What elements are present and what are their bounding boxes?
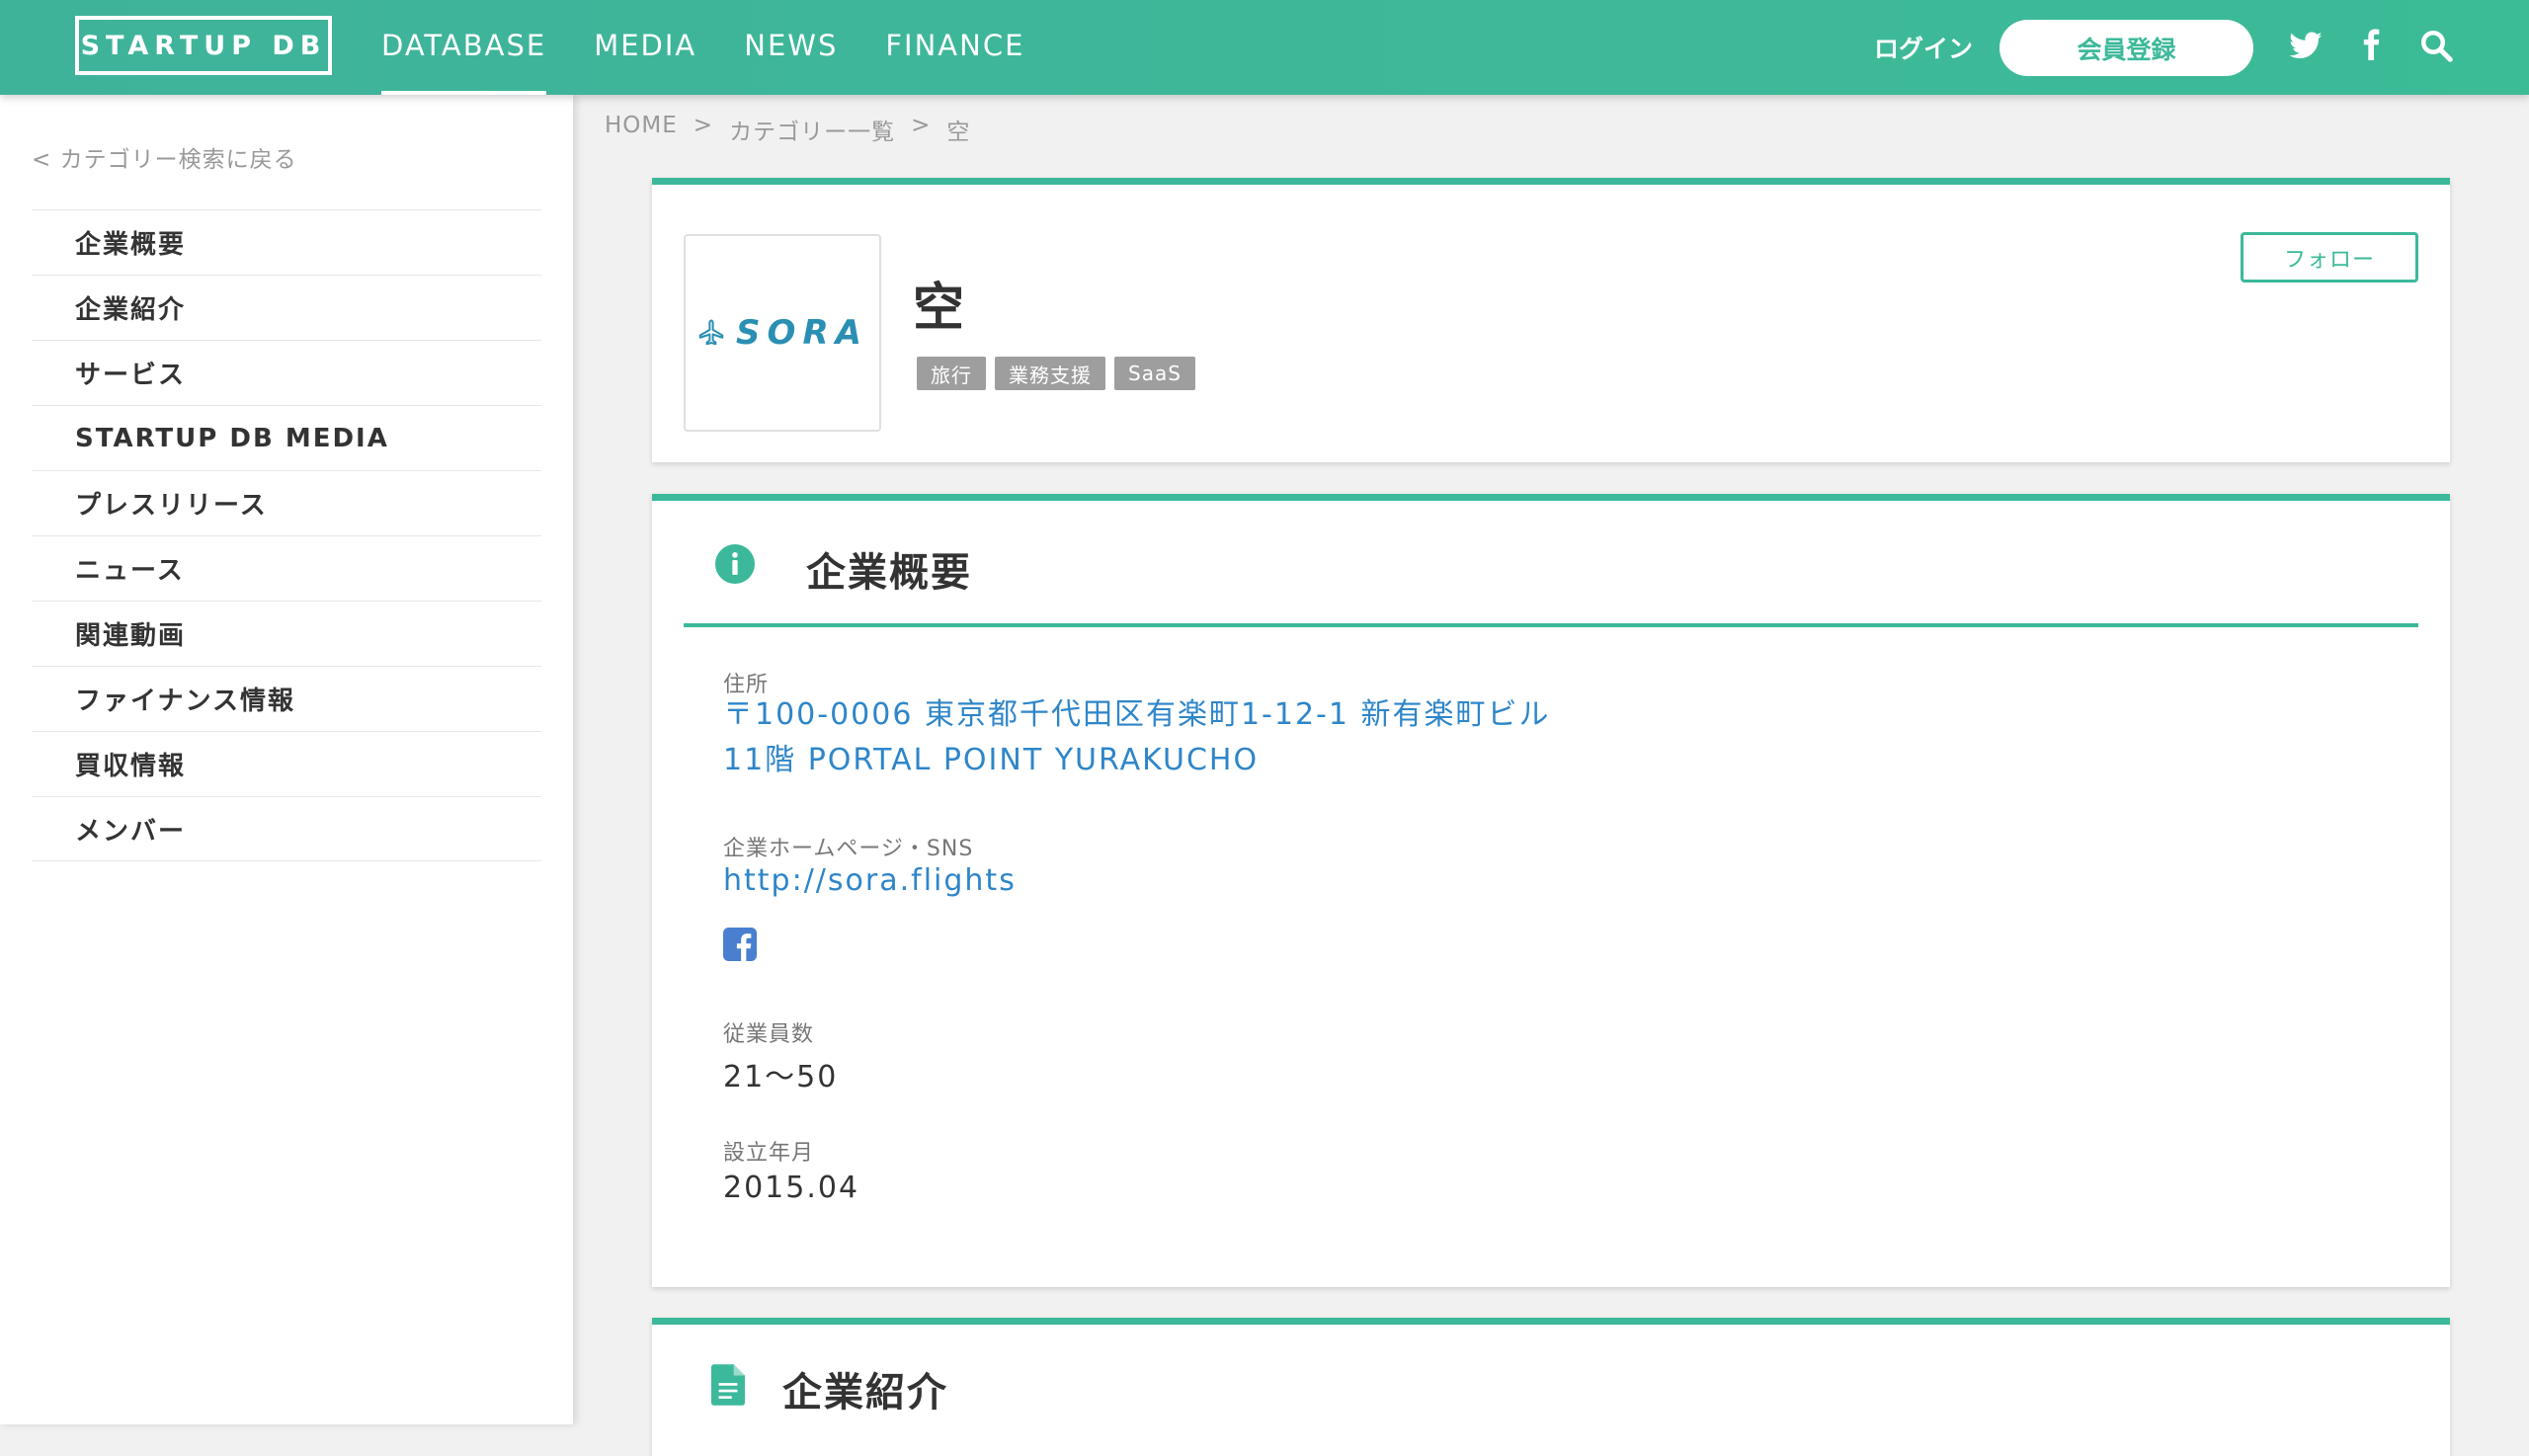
company-header-card: SORA 空 旅行 業務支援 SaaS フォロー: [652, 178, 2450, 462]
overview-title: 企業概要: [806, 550, 972, 596]
sidebar-item-members[interactable]: メンバー: [32, 796, 541, 861]
founded-value: 2015.04: [723, 1171, 860, 1205]
sidebar-item-introduction[interactable]: 企業紹介: [32, 275, 541, 340]
sidebar: < カテゴリー検索に戻る 企業概要 企業紹介 サービス STARTUP DB M…: [0, 95, 573, 1424]
homepage-link[interactable]: http://sora.flights: [723, 858, 1017, 904]
breadcrumb-separator: >: [911, 113, 932, 138]
company-logo: SORA: [684, 234, 881, 432]
login-link[interactable]: ログイン: [1874, 30, 1973, 65]
facebook-icon[interactable]: [723, 928, 757, 961]
breadcrumb-category-list[interactable]: カテゴリー一覧: [729, 113, 895, 146]
tag-business-support[interactable]: 業務支援: [995, 357, 1105, 390]
facebook-icon[interactable]: [2353, 28, 2389, 63]
company-introduction-card: 企業紹介: [652, 1318, 2450, 1456]
search-icon[interactable]: [2418, 28, 2454, 63]
company-name: 空: [913, 279, 965, 338]
tag-saas[interactable]: SaaS: [1114, 357, 1195, 390]
airplane-icon: [698, 319, 724, 346]
top-header: STARTUP DB DATABASE MEDIA NEWS FINANCE ロ…: [0, 0, 2529, 95]
main-nav: DATABASE MEDIA NEWS FINANCE: [381, 0, 1072, 95]
sidebar-item-acquisition-info[interactable]: 買収情報: [32, 731, 541, 796]
introduction-title: 企業紹介: [782, 1370, 948, 1416]
company-logo-text: SORA: [736, 313, 868, 353]
site-logo[interactable]: STARTUP DB: [75, 16, 332, 75]
nav-finance[interactable]: FINANCE: [885, 0, 1024, 95]
sidebar-item-press-releases[interactable]: プレスリリース: [32, 470, 541, 535]
follow-button[interactable]: フォロー: [2241, 232, 2418, 283]
nav-media[interactable]: MEDIA: [594, 0, 696, 95]
employees-label: 従業員数: [723, 1022, 815, 1047]
sidebar-item-overview[interactable]: 企業概要: [32, 209, 541, 275]
sidebar-item-related-videos[interactable]: 関連動画: [32, 601, 541, 666]
breadcrumb: HOME > カテゴリー一覧 > 空: [605, 113, 970, 146]
twitter-icon[interactable]: [2288, 28, 2324, 63]
address-line-2[interactable]: 11階 PORTAL POINT YURAKUCHO: [723, 738, 1259, 783]
breadcrumb-current: 空: [946, 120, 971, 145]
sidebar-menu: 企業概要 企業紹介 サービス STARTUP DB MEDIA プレスリリース …: [32, 209, 541, 861]
sidebar-item-finance-info[interactable]: ファイナンス情報: [32, 666, 541, 731]
sidebar-item-services[interactable]: サービス: [32, 340, 541, 405]
founded-label: 設立年月: [723, 1141, 815, 1166]
nav-database[interactable]: DATABASE: [381, 0, 547, 95]
info-icon: [715, 544, 755, 584]
breadcrumb-separator: >: [693, 113, 714, 138]
register-button[interactable]: 会員登録: [1999, 20, 2253, 76]
back-to-category-link[interactable]: < カテゴリー検索に戻る: [32, 140, 297, 174]
address-line-1[interactable]: 〒100-0006 東京都千代田区有楽町1-12-1 新有楽町ビル: [723, 692, 1551, 738]
breadcrumb-home[interactable]: HOME: [605, 113, 678, 146]
overview-section-header: 企業概要: [684, 501, 2418, 627]
nav-news[interactable]: NEWS: [744, 0, 838, 95]
document-icon: [711, 1364, 745, 1406]
employees-value: 21〜50: [723, 1060, 839, 1094]
company-overview-card: 企業概要 住所 〒100-0006 東京都千代田区有楽町1-12-1 新有楽町ビ…: [652, 494, 2450, 1287]
tag-travel[interactable]: 旅行: [917, 357, 986, 390]
sidebar-item-news[interactable]: ニュース: [32, 535, 541, 601]
company-tags: 旅行 業務支援 SaaS: [917, 357, 1195, 390]
sidebar-item-startup-db-media[interactable]: STARTUP DB MEDIA: [32, 405, 541, 470]
site-logo-text: STARTUP DB: [80, 30, 327, 61]
